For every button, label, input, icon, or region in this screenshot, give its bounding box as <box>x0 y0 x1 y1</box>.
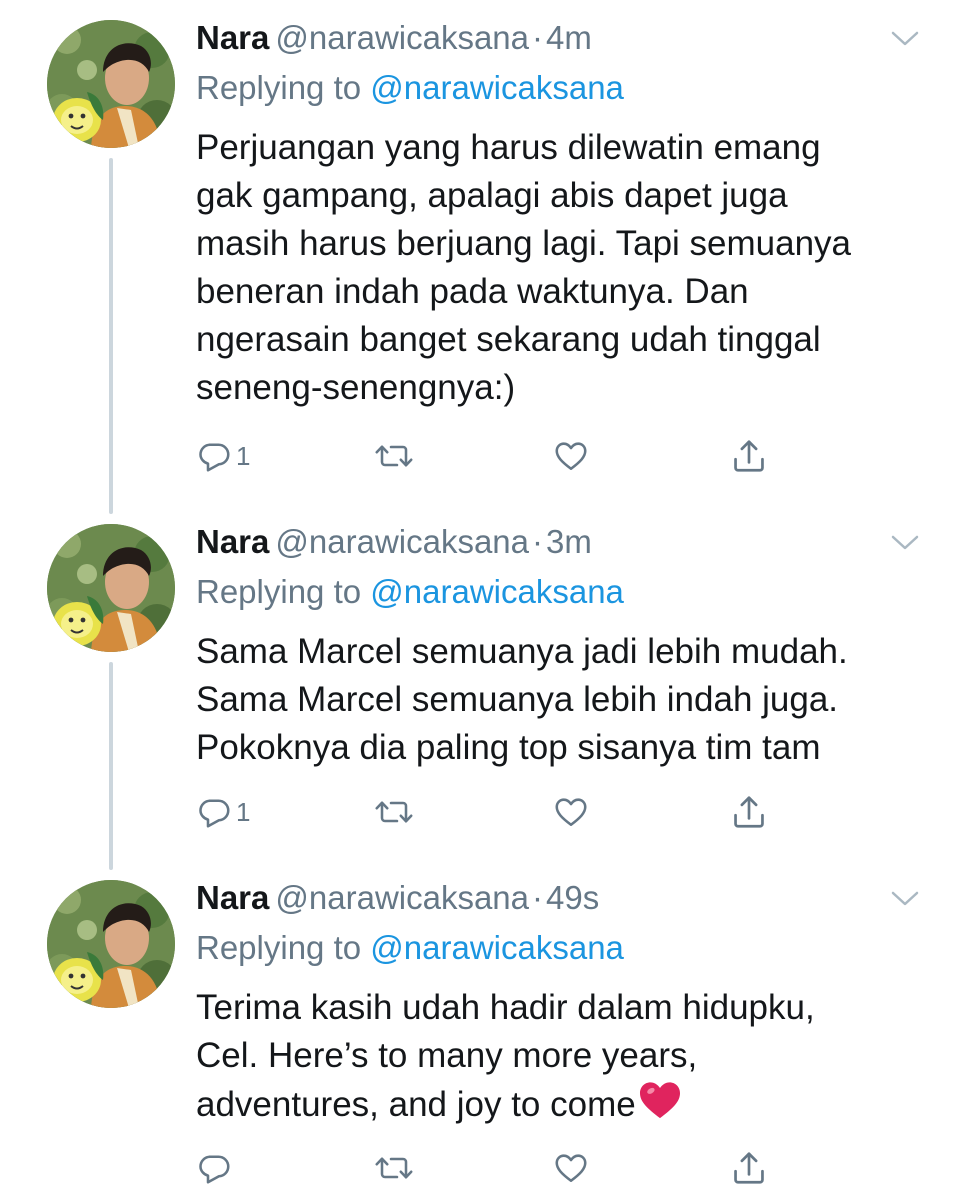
retweet-button[interactable] <box>374 1146 414 1190</box>
user-handle[interactable]: @narawicaksana <box>275 879 529 916</box>
tweet-actions: 1 <box>196 790 796 834</box>
share-icon <box>734 796 764 828</box>
like-button[interactable] <box>552 790 590 834</box>
retweet-icon <box>375 1157 413 1179</box>
chevron-down-icon[interactable] <box>890 532 920 552</box>
retweet-icon <box>375 801 413 823</box>
tweet-header: Nara @narawicaksana·4m <box>196 16 592 60</box>
tweet[interactable]: Nara @narawicaksana·4m Replying to @naraw… <box>0 0 967 505</box>
replying-to: Replying to @narawicaksana <box>196 66 624 110</box>
tweet-text-line: beneran indah pada waktunya. Dan <box>196 272 749 311</box>
tweet-text: Perjuangan yang harus dilewatin emang ga… <box>196 124 936 412</box>
reply-count: 1 <box>236 797 251 827</box>
replying-prefix: Replying to <box>196 929 362 966</box>
user-handle[interactable]: @narawicaksana <box>275 523 529 560</box>
replying-mention[interactable]: @narawicaksana <box>370 573 624 610</box>
timestamp[interactable]: 4m <box>546 19 592 56</box>
tweet-text-line: Perjuangan yang harus dilewatin emang <box>196 128 821 167</box>
tweet-text-line: Terima kasih udah hadir dalam hidupku, <box>196 988 815 1027</box>
replying-to: Replying to @narawicaksana <box>196 926 624 970</box>
chevron-down-icon[interactable] <box>890 28 920 48</box>
separator: · <box>532 879 544 916</box>
tweet-text-line: Cel. Here’s to many more years, <box>196 1036 698 1075</box>
tweet-text-line: gak gampang, apalagi abis dapet juga <box>196 176 788 215</box>
tweet-actions: 1 <box>196 434 796 478</box>
replying-to: Replying to @narawicaksana <box>196 570 624 614</box>
tweet-text: Terima kasih udah hadir dalam hidupku, C… <box>196 984 936 1129</box>
tweet-header: Nara @narawicaksana·49s <box>196 876 599 920</box>
replying-prefix: Replying to <box>196 573 362 610</box>
tweet-text-line: ngerasain banget sekarang udah tinggal <box>196 320 821 359</box>
like-button[interactable] <box>552 1146 590 1190</box>
share-button[interactable] <box>730 1146 768 1190</box>
display-name[interactable]: Nara <box>196 19 269 56</box>
retweet-button[interactable] <box>374 790 414 834</box>
tweet-text-line: seneng-senengnya:) <box>196 368 516 407</box>
tweet-text-line: Sama Marcel semuanya jadi lebih mudah. <box>196 632 848 671</box>
retweet-icon <box>375 445 413 467</box>
reply-icon <box>199 1155 230 1184</box>
tweet-text: Sama Marcel semuanya jadi lebih mudah. S… <box>196 628 936 772</box>
timestamp[interactable]: 3m <box>546 523 592 560</box>
tweet-header: Nara @narawicaksana·3m <box>196 520 592 564</box>
timestamp[interactable]: 49s <box>546 879 599 916</box>
tweet[interactable]: Nara @narawicaksana·49s Replying to @nara… <box>0 860 967 1200</box>
tweet-actions <box>196 1146 796 1190</box>
heart-icon <box>555 442 587 471</box>
tweet-text-line-with-emoji: adventures, and joy to come <box>196 1080 936 1129</box>
user-handle[interactable]: @narawicaksana <box>275 19 529 56</box>
reply-button[interactable]: 1 <box>196 434 250 478</box>
separator: · <box>532 523 544 560</box>
share-icon <box>734 440 764 472</box>
replying-prefix: Replying to <box>196 69 362 106</box>
reply-button[interactable] <box>196 1146 236 1190</box>
like-button[interactable] <box>552 434 590 478</box>
tweet[interactable]: Nara @narawicaksana·3m Replying to @naraw… <box>0 504 967 860</box>
share-icon <box>734 1152 764 1184</box>
share-button[interactable] <box>730 434 768 478</box>
tweet-text-line: Sama Marcel semuanya lebih indah juga. <box>196 680 839 719</box>
replying-mention[interactable]: @narawicaksana <box>370 929 624 966</box>
separator: · <box>532 19 544 56</box>
avatar[interactable] <box>47 524 175 652</box>
retweet-button[interactable] <box>374 434 414 478</box>
chevron-down-icon[interactable] <box>890 888 920 908</box>
reply-button[interactable]: 1 <box>196 790 250 834</box>
tweet-text-fragment: adventures, and joy to come <box>196 1085 636 1124</box>
share-button[interactable] <box>730 790 768 834</box>
avatar[interactable] <box>47 20 175 148</box>
tweet-text-line: Pokoknya dia paling top sisanya tim tam <box>196 728 821 767</box>
display-name[interactable]: Nara <box>196 523 269 560</box>
heart-icon <box>555 798 587 827</box>
reply-icon <box>199 443 230 472</box>
heart-icon <box>555 1154 587 1183</box>
red-heart-emoji-icon <box>639 1082 680 1119</box>
display-name[interactable]: Nara <box>196 879 269 916</box>
reply-icon <box>199 799 230 828</box>
replying-mention[interactable]: @narawicaksana <box>370 69 624 106</box>
avatar[interactable] <box>47 880 175 1008</box>
tweet-text-line: masih harus berjuang lagi. Tapi semuanya <box>196 224 852 263</box>
reply-count: 1 <box>236 441 251 471</box>
